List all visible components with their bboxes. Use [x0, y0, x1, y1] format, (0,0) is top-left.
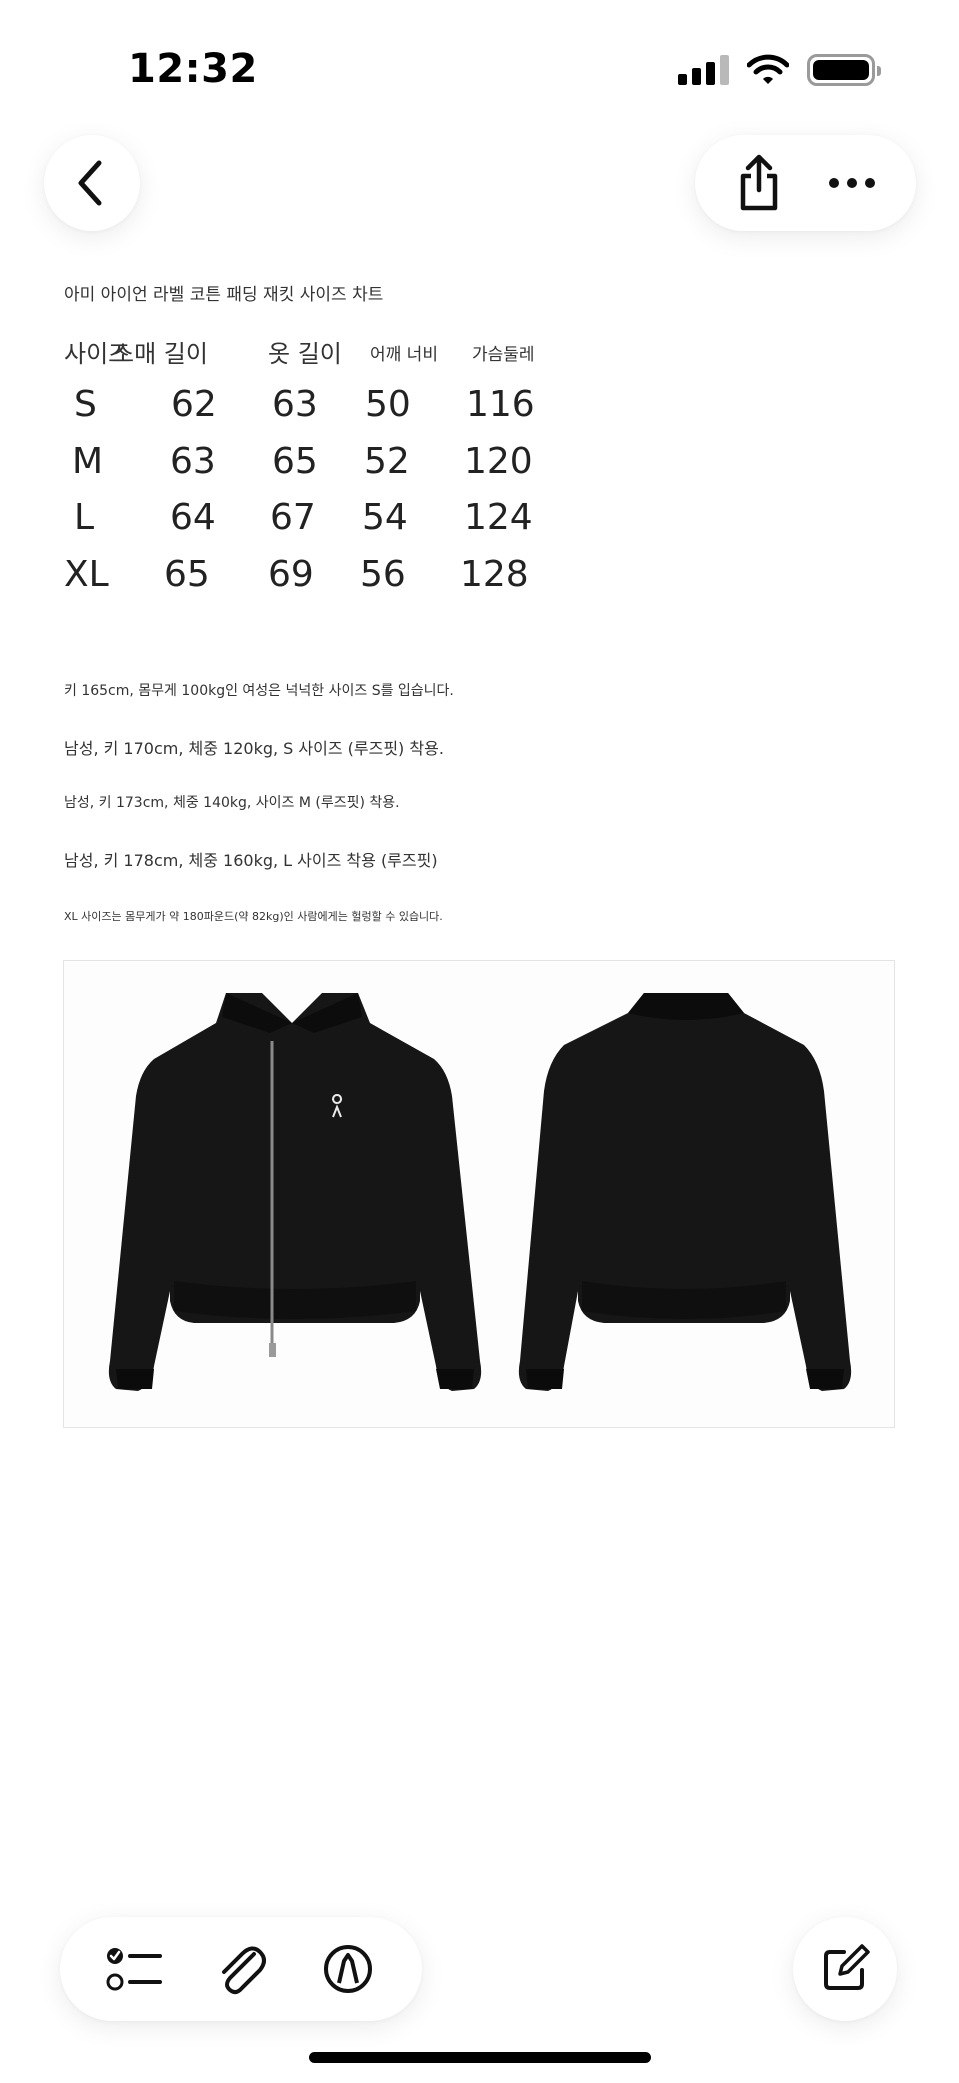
cell-length: 63: [272, 384, 318, 425]
top-actions: [695, 135, 916, 231]
size-table-header: 사이즈 소매 길이 옷 길이 어깨 너비 가슴둘레: [64, 334, 584, 368]
size-row-m: M 63 65 52 120: [64, 441, 584, 491]
bottom-toolbar: [60, 1917, 422, 2021]
jacket-back-image: [518, 993, 852, 1391]
cell-shoulder: 52: [364, 441, 410, 482]
fit-note-3: 남성, 키 173cm, 체중 140kg, 사이즈 M (루즈핏) 착용.: [64, 795, 400, 811]
compose-button[interactable]: [793, 1917, 897, 2021]
status-time: 12:32: [128, 46, 258, 92]
back-button[interactable]: [44, 135, 140, 231]
more-button[interactable]: [817, 148, 887, 218]
cell-sleeve: 64: [170, 497, 216, 538]
markup-button[interactable]: [312, 1933, 384, 2005]
product-image[interactable]: [63, 960, 895, 1428]
cell-size: M: [72, 441, 104, 482]
cell-sleeve: 62: [171, 384, 217, 425]
checklist-icon: [106, 1948, 162, 1991]
cellular-signal-icon: [678, 55, 729, 85]
cell-chest: 116: [466, 384, 535, 425]
doc-title: 아미 아이언 라벨 코튼 패딩 재킷 사이즈 차트: [64, 285, 384, 305]
cell-shoulder: 56: [360, 554, 406, 595]
pen-circle-icon: [324, 1945, 373, 1993]
compose-icon: [824, 1944, 870, 1990]
cell-size: XL: [64, 554, 109, 595]
share-button[interactable]: [724, 148, 794, 218]
battery-icon: [807, 54, 881, 86]
size-row-l: L 64 67 54 124: [64, 497, 584, 547]
checklist-button[interactable]: [98, 1933, 170, 2005]
wifi-icon: [747, 54, 789, 84]
cell-shoulder: 54: [362, 497, 408, 538]
cell-length: 65: [272, 441, 318, 482]
chevron-left-icon: [78, 160, 102, 206]
share-icon: [741, 154, 778, 211]
size-row-s: S 62 63 50 116: [64, 384, 584, 434]
fit-note-5: XL 사이즈는 몸무게가 약 180파운드(약 82kg)인 사람에게는 헐렁할…: [64, 910, 443, 923]
paperclip-icon: [221, 1946, 266, 1995]
header-shoulder-width: 어깨 너비: [370, 345, 438, 365]
cell-sleeve: 65: [164, 554, 210, 595]
cell-chest: 120: [464, 441, 533, 482]
cell-size: S: [74, 384, 97, 425]
header-sleeve-length: 소매 길이: [112, 340, 208, 368]
header-garment-length: 옷 길이: [268, 340, 342, 368]
cell-length: 69: [268, 554, 314, 595]
attach-button[interactable]: [205, 1933, 277, 2005]
status-icons: [678, 52, 881, 88]
cell-sleeve: 63: [170, 441, 216, 482]
fit-note-2: 남성, 키 170cm, 체중 120kg, S 사이즈 (루즈핏) 착용.: [64, 739, 444, 758]
jacket-front-image: [108, 993, 482, 1391]
ellipsis-icon: [828, 178, 875, 188]
cell-shoulder: 50: [365, 384, 411, 425]
header-chest: 가슴둘레: [472, 345, 535, 365]
fit-note-4: 남성, 키 178cm, 체중 160kg, L 사이즈 착용 (루즈핏): [64, 851, 438, 870]
cell-chest: 128: [460, 554, 529, 595]
cell-chest: 124: [464, 497, 533, 538]
cell-size: L: [74, 497, 95, 538]
fit-note-1: 키 165cm, 몸무게 100kg인 여성은 넉넉한 사이즈 S를 입습니다.: [64, 683, 454, 699]
cell-length: 67: [270, 497, 316, 538]
home-indicator[interactable]: [309, 2052, 651, 2063]
size-row-xl: XL 65 69 56 128: [64, 554, 584, 604]
